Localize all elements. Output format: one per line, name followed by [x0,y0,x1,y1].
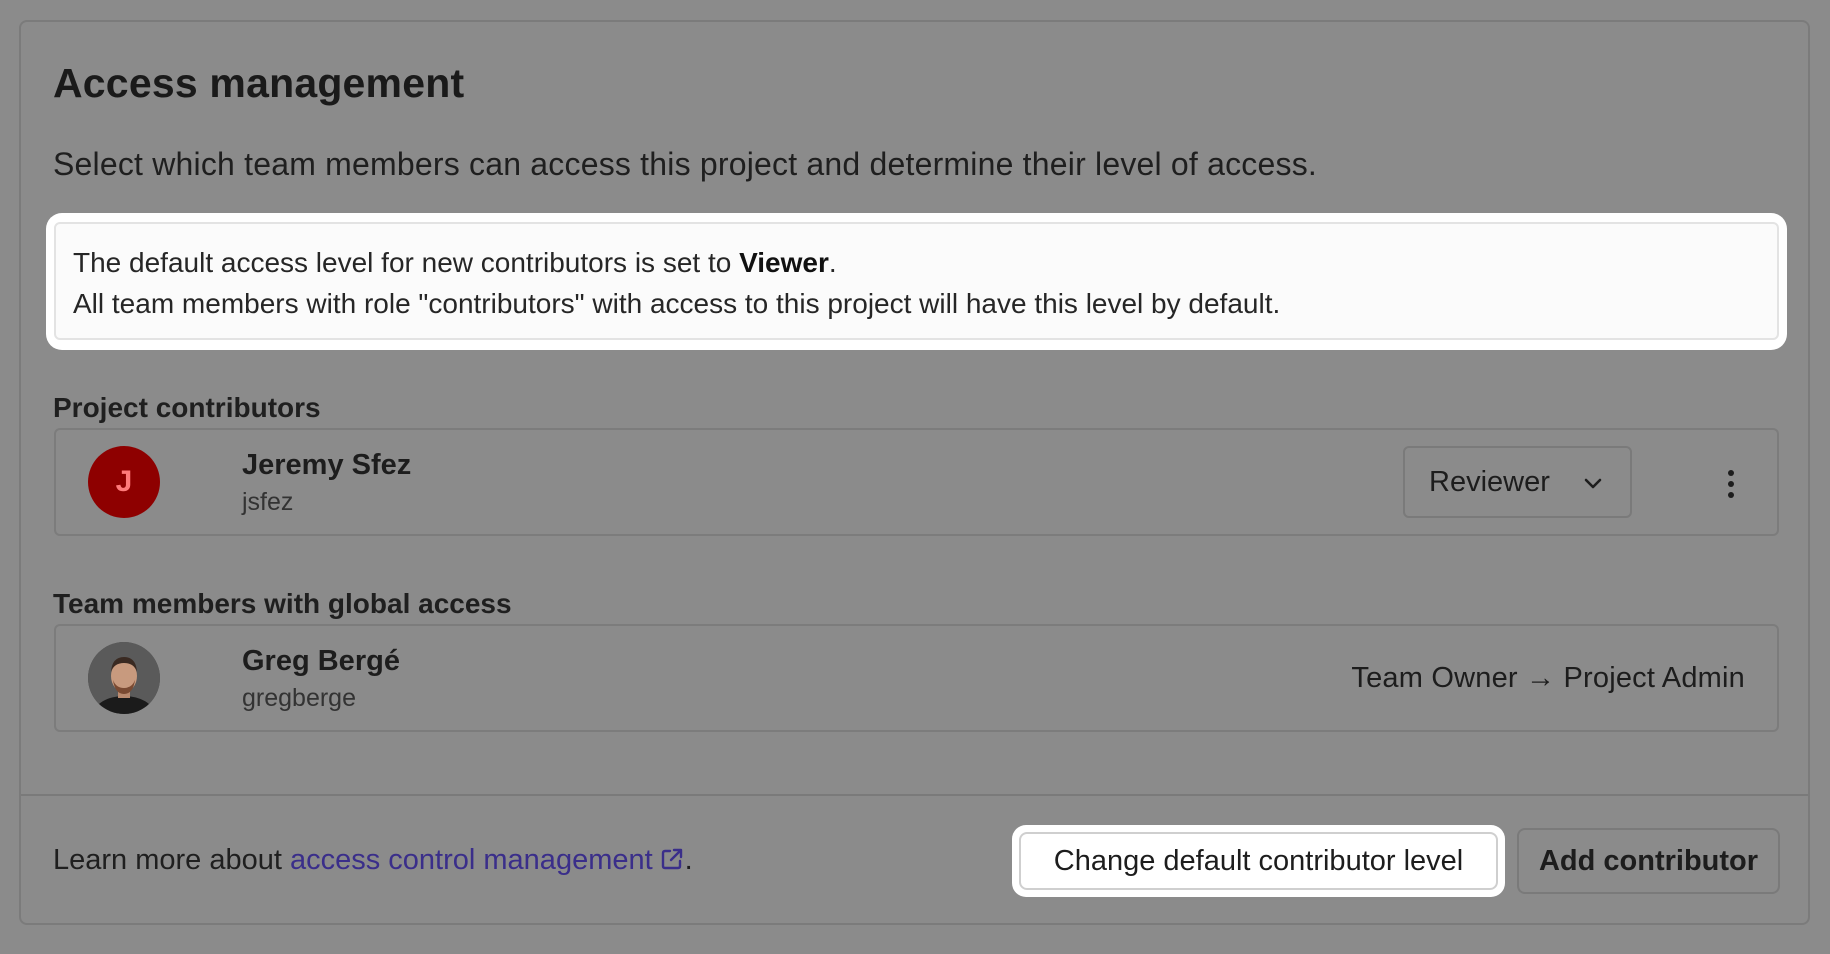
page-title: Access management [53,60,465,106]
access-control-link-label: access control management [289,844,653,876]
member-handle: gregberge [242,684,356,712]
learn-more-prefix: Learn more about [53,844,290,876]
role-select[interactable]: Reviewer [1403,446,1632,518]
notice-line-2: All team members with role "contributors… [73,288,1281,319]
member-name: Greg Bergé [242,645,400,677]
more-options-icon[interactable] [1716,464,1746,504]
project-contributors-label: Project contributors [53,392,321,423]
default-level-value: Viewer [739,247,829,278]
footer-divider [21,794,1808,796]
contributor-handle: jsfez [242,488,294,516]
change-default-level-button[interactable]: Change default contributor level [1019,832,1498,890]
learn-more-text: Learn more about access control manageme… [53,844,693,877]
default-level-notice: The default access level for new contrib… [54,222,1779,340]
notice-line-1: The default access level for new contrib… [73,242,1759,283]
access-management-panel: Access management Select which team memb… [19,20,1810,925]
contributor-row: J Jeremy Sfez jsfez Reviewer [54,428,1779,536]
notice-prefix: The default access level for new contrib… [73,247,740,278]
avatar: J [88,446,160,518]
learn-more-suffix: . [684,844,693,876]
chevron-down-icon [1584,478,1602,489]
page-subtitle: Select which team members can access thi… [53,146,1317,182]
role-select-value: Reviewer [1429,465,1550,498]
global-member-row: Greg Bergé gregberge Team Owner → Projec… [54,624,1779,732]
role-mapping: Team Owner → Project Admin [1351,662,1745,694]
person-photo-icon [88,642,160,714]
contributor-name: Jeremy Sfez [242,449,412,481]
access-control-link[interactable]: access control management [290,844,685,876]
notice-suffix: . [828,247,837,278]
global-access-label: Team members with global access [53,588,512,619]
avatar [88,642,160,714]
add-contributor-button[interactable]: Add contributor [1517,828,1780,894]
external-link-icon [661,848,682,870]
